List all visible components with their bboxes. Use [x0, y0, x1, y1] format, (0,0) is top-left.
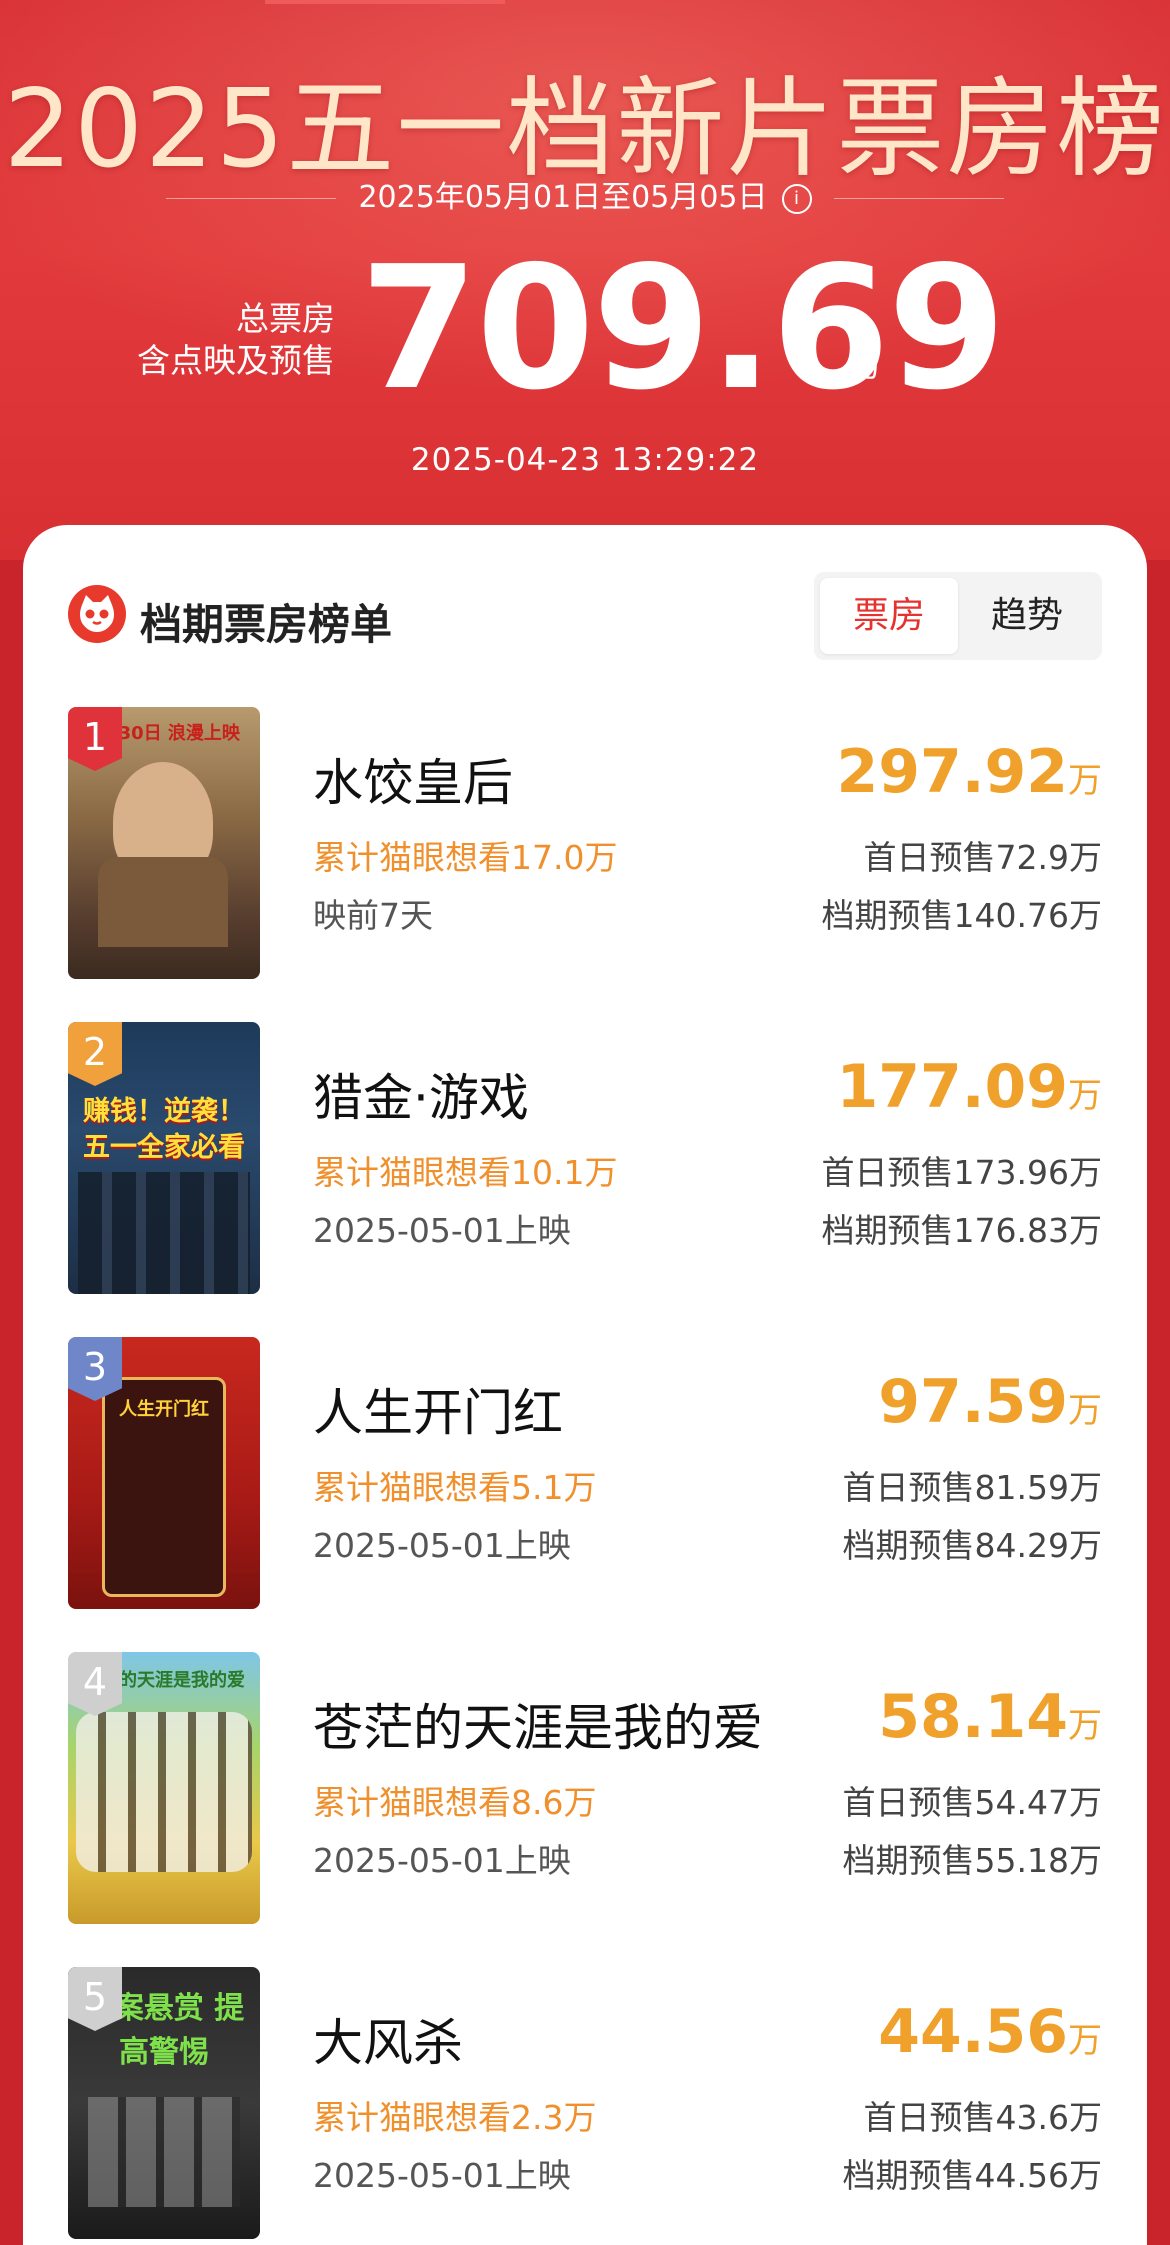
- poster-figures: [76, 1712, 252, 1872]
- total-unit: 万: [850, 346, 883, 384]
- divider-line-right: [833, 198, 1004, 199]
- date-range: 2025年05月01日至05月05日: [358, 180, 768, 215]
- movie-poster: 赚钱！逆袭！五一全家必看 2: [68, 1022, 260, 1294]
- rank-badge: 4: [68, 1652, 122, 1716]
- box-office-unit: 万: [1068, 2021, 1102, 2061]
- box-office: 44.56万: [878, 1997, 1102, 2067]
- poster-text: 赚钱！逆袭！五一全家必看: [83, 1096, 245, 1163]
- poster-figures: [78, 1172, 250, 1294]
- release-info: 映前7天: [313, 896, 433, 935]
- first-day-presale: 首日预售72.9万: [863, 838, 1102, 877]
- info-icon[interactable]: i: [781, 183, 812, 214]
- release-info: 2025-05-01上映: [313, 1211, 571, 1250]
- box-office-value: 97.59: [878, 1367, 1068, 1437]
- movie-row[interactable]: 赚钱！逆袭！五一全家必看 2 猎金·游戏 累计猫眼想看10.1万 2025-05…: [68, 1022, 1102, 1294]
- divider-line-left: [166, 198, 337, 199]
- box-office-value: 177.09: [836, 1052, 1068, 1122]
- total-box-office-value: 709.69: [360, 230, 1006, 428]
- total-label: 总票房 含点映及预售: [137, 298, 335, 382]
- view-toggle: 票房 趋势: [814, 572, 1102, 660]
- box-office-unit: 万: [1068, 1076, 1102, 1116]
- first-day-presale: 首日预售81.59万: [842, 1468, 1102, 1507]
- tab-trend[interactable]: 趋势: [958, 578, 1096, 654]
- movie-row[interactable]: 4月30日 浪漫上映 1 水饺皇后 累计猫眼想看17.0万 映前7天 297.9…: [68, 707, 1102, 979]
- movie-name: 苍茫的天涯是我的爱: [313, 1699, 763, 1757]
- movie-poster: 悬案悬赏 提高警惕 5: [68, 1967, 260, 2239]
- first-day-presale: 首日预售173.96万: [821, 1153, 1102, 1192]
- rank-badge: 5: [68, 1967, 122, 2031]
- movie-name: 猎金·游戏: [313, 1069, 529, 1127]
- box-office-value: 58.14: [878, 1682, 1068, 1752]
- period-presale: 档期预售140.76万: [821, 896, 1102, 935]
- movie-name: 人生开门红: [313, 1384, 563, 1442]
- want-count: 累计猫眼想看2.3万: [313, 2098, 597, 2137]
- box-office: 58.14万: [878, 1682, 1102, 1752]
- rank-badge: 1: [68, 707, 122, 771]
- want-count: 累计猫眼想看17.0万: [313, 838, 618, 877]
- box-office: 177.09万: [836, 1052, 1102, 1122]
- ranking-card: 档期票房榜单 票房 趋势 4月30日 浪漫上映 1 水饺皇后 累计猫眼想看17.…: [23, 525, 1147, 2245]
- box-office-unit: 万: [1068, 1391, 1102, 1431]
- want-count: 累计猫眼想看5.1万: [313, 1468, 597, 1507]
- first-day-presale: 首日预售43.6万: [863, 2098, 1102, 2137]
- card-title: 档期票房榜单: [140, 600, 393, 649]
- movie-name: 大风杀: [313, 2014, 463, 2072]
- movie-name: 水饺皇后: [313, 754, 513, 812]
- box-office-unit: 万: [1068, 1706, 1102, 1746]
- release-info: 2025-05-01上映: [313, 1841, 571, 1880]
- box-office-unit: 万: [1068, 761, 1102, 801]
- movie-row[interactable]: 人生开门红 3 人生开门红 累计猫眼想看5.1万 2025-05-01上映 97…: [68, 1337, 1102, 1609]
- hero-banner: 2025五一档新片票房榜 2025年05月01日至05月05日 i 总票房 含点映…: [0, 0, 1170, 560]
- rank-badge: 2: [68, 1022, 122, 1086]
- total-label-line1: 总票房: [236, 299, 335, 338]
- box-office-value: 44.56: [878, 1997, 1068, 2067]
- total-label-line2: 含点映及预售: [137, 341, 335, 380]
- maoyan-cat-icon: [68, 585, 126, 643]
- movie-row[interactable]: 苍茫的天涯是我的爱 4 苍茫的天涯是我的爱 累计猫眼想看8.6万 2025-05…: [68, 1652, 1102, 1924]
- first-day-presale: 首日预售54.47万: [842, 1783, 1102, 1822]
- box-office: 97.59万: [878, 1367, 1102, 1437]
- poster-figures: [88, 2097, 240, 2207]
- movie-row[interactable]: 悬案悬赏 提高警惕 5 大风杀 累计猫眼想看2.3万 2025-05-01上映 …: [68, 1967, 1102, 2239]
- period-presale: 档期预售176.83万: [821, 1211, 1102, 1250]
- rank-badge: 3: [68, 1337, 122, 1401]
- date-range-row: 2025年05月01日至05月05日 i: [0, 172, 1170, 216]
- release-info: 2025-05-01上映: [313, 1526, 571, 1565]
- update-timestamp: 2025-04-23 13:29:22: [410, 442, 760, 478]
- want-count: 累计猫眼想看10.1万: [313, 1153, 618, 1192]
- release-info: 2025-05-01上映: [313, 2156, 571, 2195]
- tab-box-office[interactable]: 票房: [820, 578, 958, 654]
- movie-poster: 人生开门红 3: [68, 1337, 260, 1609]
- period-presale: 档期预售55.18万: [842, 1841, 1102, 1880]
- movie-poster: 4月30日 浪漫上映 1: [68, 707, 260, 979]
- poster-figure-body: [98, 857, 228, 947]
- period-presale: 档期预售44.56万: [842, 2156, 1102, 2195]
- box-office: 297.92万: [836, 737, 1102, 807]
- top-tab-indicator: [265, 0, 505, 4]
- movie-poster: 苍茫的天涯是我的爱 4: [68, 1652, 260, 1924]
- period-presale: 档期预售84.29万: [842, 1526, 1102, 1565]
- box-office-value: 297.92: [836, 737, 1068, 807]
- want-count: 累计猫眼想看8.6万: [313, 1783, 597, 1822]
